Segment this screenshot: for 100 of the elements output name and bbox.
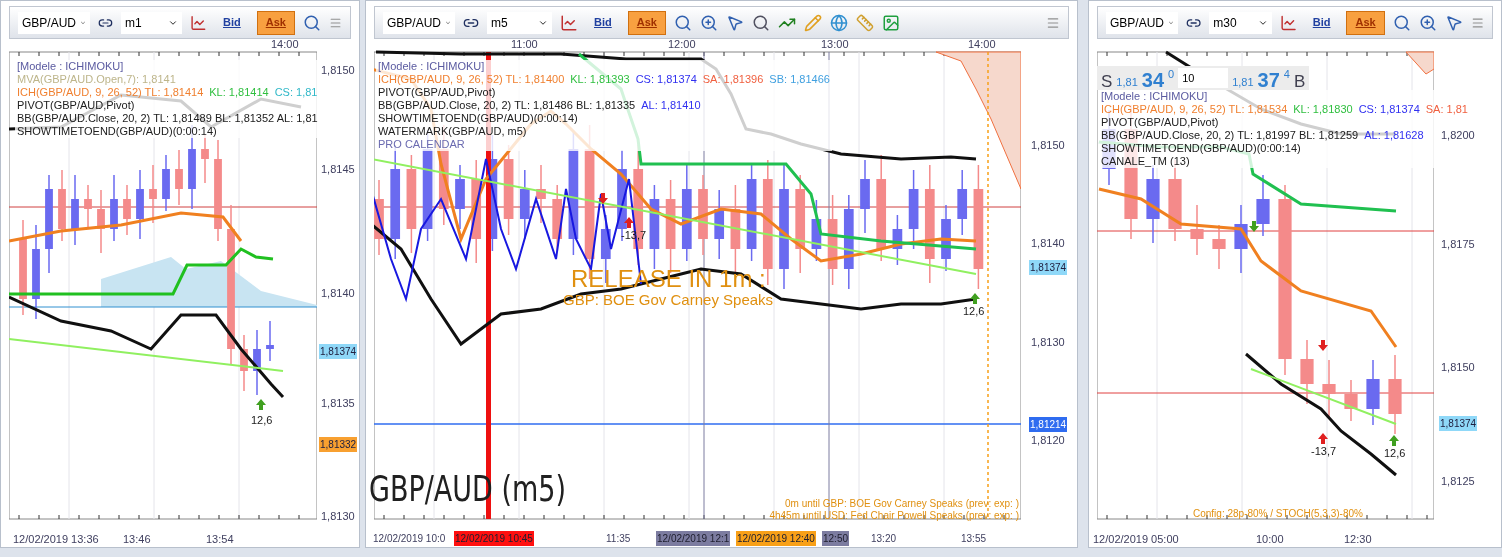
candle: [1212, 224, 1226, 270]
sell-price-prefix: 1,81: [1116, 74, 1138, 90]
indicator-legend-text: ICH(GBP/AUD, 9, 26, 52) TL: 1,81534: [1101, 103, 1288, 116]
sell-price-fraction: 0: [1168, 67, 1175, 82]
pointer-icon[interactable]: [725, 13, 744, 32]
down-arrow-icon: [598, 193, 608, 204]
price-label: 1,8130: [321, 509, 355, 524]
candle: [957, 169, 968, 236]
candle: [892, 214, 903, 266]
indicator-legend-text: WATERMARK(GBP/AUD, m5): [378, 125, 527, 138]
price-marker: 1,81374: [1439, 416, 1478, 431]
indicator-legend-text: ICH(GBP/AUD, 9, 26, 52) TL: 1,81414: [17, 86, 204, 99]
ask-button[interactable]: Ask: [1346, 10, 1385, 35]
symbol-dropdown[interactable]: GBP/AUD: [18, 11, 90, 34]
indicator-legend-text: BB(GBP/AUD.Close, 20, 2) TL: 1,81486 BL: 1,81335: [378, 99, 636, 112]
config-note: Config: 28p-80% / STOCH(5,3,3)-80%: [1193, 507, 1363, 521]
buy-price-fraction: 4: [1283, 67, 1290, 82]
bid-button[interactable]: Bid: [1304, 10, 1339, 35]
candle: [1300, 339, 1314, 405]
time-marker: 12:50: [822, 531, 850, 546]
timeframe-dropdown[interactable]: m1: [120, 11, 183, 34]
release-event: GBP: BOE Gov Carney Speaks: [563, 292, 774, 307]
bid-button[interactable]: Bid: [586, 10, 620, 35]
search-icon[interactable]: [302, 13, 321, 32]
price-label: 1,8140: [1031, 236, 1065, 251]
time-label: 13:54: [206, 532, 234, 547]
candle: [1322, 359, 1336, 419]
indicator-legend-text: ICH(GBP/AUD, 9, 26, 52) TL: 1,81400: [378, 73, 565, 86]
pointer-icon[interactable]: [1444, 13, 1463, 32]
buy-label[interactable]: B: [1293, 73, 1306, 90]
chart-type-icon[interactable]: [560, 13, 578, 32]
indicator-legend-text: KL: 1,81393: [570, 73, 630, 86]
indicator-legend-text: SHOWTIMETOEND(GBP/AUD)(0:00:14): [1101, 142, 1301, 155]
globe-icon[interactable]: [829, 13, 848, 32]
search-icon[interactable]: [1392, 13, 1411, 32]
indicator-legend-text: [Modele : ICHIMOKU]: [378, 60, 485, 73]
sell-label[interactable]: S: [1101, 73, 1113, 90]
zoom-icon[interactable]: [1418, 13, 1437, 32]
price-label: 1,8145: [321, 162, 355, 177]
timeframe-dropdown[interactable]: m5: [487, 11, 552, 34]
time-label: 12/02/2019 10:0: [373, 532, 446, 546]
calendar-note: 4h45m until USD: Fed Chair Powell Speaks (prev: exp: ): [769, 511, 1019, 521]
price-label: 1,8175: [1441, 237, 1475, 252]
candle: [175, 149, 183, 206]
candle: [455, 164, 465, 230]
indicator-legend-text: MVA(GBP/AUD.Open,7): 1,8141: [17, 73, 176, 86]
search-icon[interactable]: [673, 13, 692, 32]
indicator-legend-text: AL: 1,81628: [1364, 129, 1424, 142]
indicator-legend-text: CS: 1,81: [274, 86, 318, 99]
indicator-legend-text: CANALE_TM (13): [1101, 155, 1190, 168]
indicator-legend-text: AL: 1,81410: [641, 99, 701, 112]
price-label: 1,8135: [321, 396, 355, 411]
bid-button[interactable]: Bid: [215, 10, 249, 35]
calendar-note: 0m until GBP: BOE Gov Carney Speaks (prev: exp: ): [785, 499, 1019, 509]
time-label: 14:00: [271, 37, 299, 52]
time-label: 13:55: [961, 532, 987, 546]
symbol-dropdown[interactable]: GBP/AUD: [383, 11, 455, 34]
time-marker: 12/02/2019 12:1: [656, 531, 731, 546]
indicator-legend-text: SHOWTIMETOEND(GBP/AUD)(0:00:14): [378, 112, 578, 125]
candle: [253, 329, 261, 396]
indicator-legend-text: PRO CALENDAR: [378, 138, 465, 151]
candle: [97, 189, 105, 254]
indicator-legend-text: KL: 1,81830: [1293, 103, 1353, 116]
candle: [536, 164, 546, 224]
candle: [123, 184, 131, 236]
indicator-legend-text: [Modele : ICHIMOKU]: [17, 60, 124, 73]
value-label: 12,6: [963, 304, 985, 319]
zoom-area-icon[interactable]: [751, 13, 770, 32]
quantity-field[interactable]: 10: [1178, 68, 1229, 88]
value-label: 12,6: [251, 413, 273, 428]
price-label: 1,8150: [1441, 360, 1475, 375]
symbol-dropdown[interactable]: GBP/AUD: [1106, 11, 1178, 34]
indicator-legend-text: BB(GBP/AUD.Close, 20, 2) TL: 1,81997 BL: 1,81259: [1101, 129, 1359, 142]
cloud-area: [1405, 51, 1434, 75]
price-marker: 1,81214: [1029, 417, 1068, 432]
up-arrow-icon: [256, 399, 266, 410]
time-label: 14:00: [968, 37, 996, 52]
time-label: 10:00: [1256, 532, 1284, 547]
time-label: 12/02/2019 13:36: [13, 532, 99, 547]
price-label: 1,8140: [321, 286, 355, 301]
price-label: 1,8130: [1031, 335, 1065, 350]
picture-icon[interactable]: [881, 13, 900, 32]
price-label: 1,8120: [1031, 433, 1065, 448]
chart-type-icon[interactable]: [190, 13, 207, 32]
time-label: 13:20: [871, 532, 897, 546]
price-label: 1,8125: [1441, 474, 1475, 489]
candle: [110, 174, 118, 242]
time-label: 12:30: [1344, 532, 1372, 547]
value-label: 12,6: [1384, 446, 1406, 461]
up-arrow-icon: [970, 293, 980, 304]
candle: [941, 204, 951, 272]
candle: [1344, 379, 1358, 422]
zoom-icon[interactable]: [699, 13, 718, 32]
time-marker: 12/02/2019 10:45: [454, 531, 534, 546]
chart-type-icon[interactable]: [1279, 13, 1297, 32]
timeframe-dropdown[interactable]: m30: [1209, 11, 1272, 34]
candle: [162, 154, 170, 212]
down-arrow-icon: [1249, 221, 1259, 232]
time-label: 12:00: [668, 37, 696, 52]
time-label: 13:46: [123, 532, 151, 547]
